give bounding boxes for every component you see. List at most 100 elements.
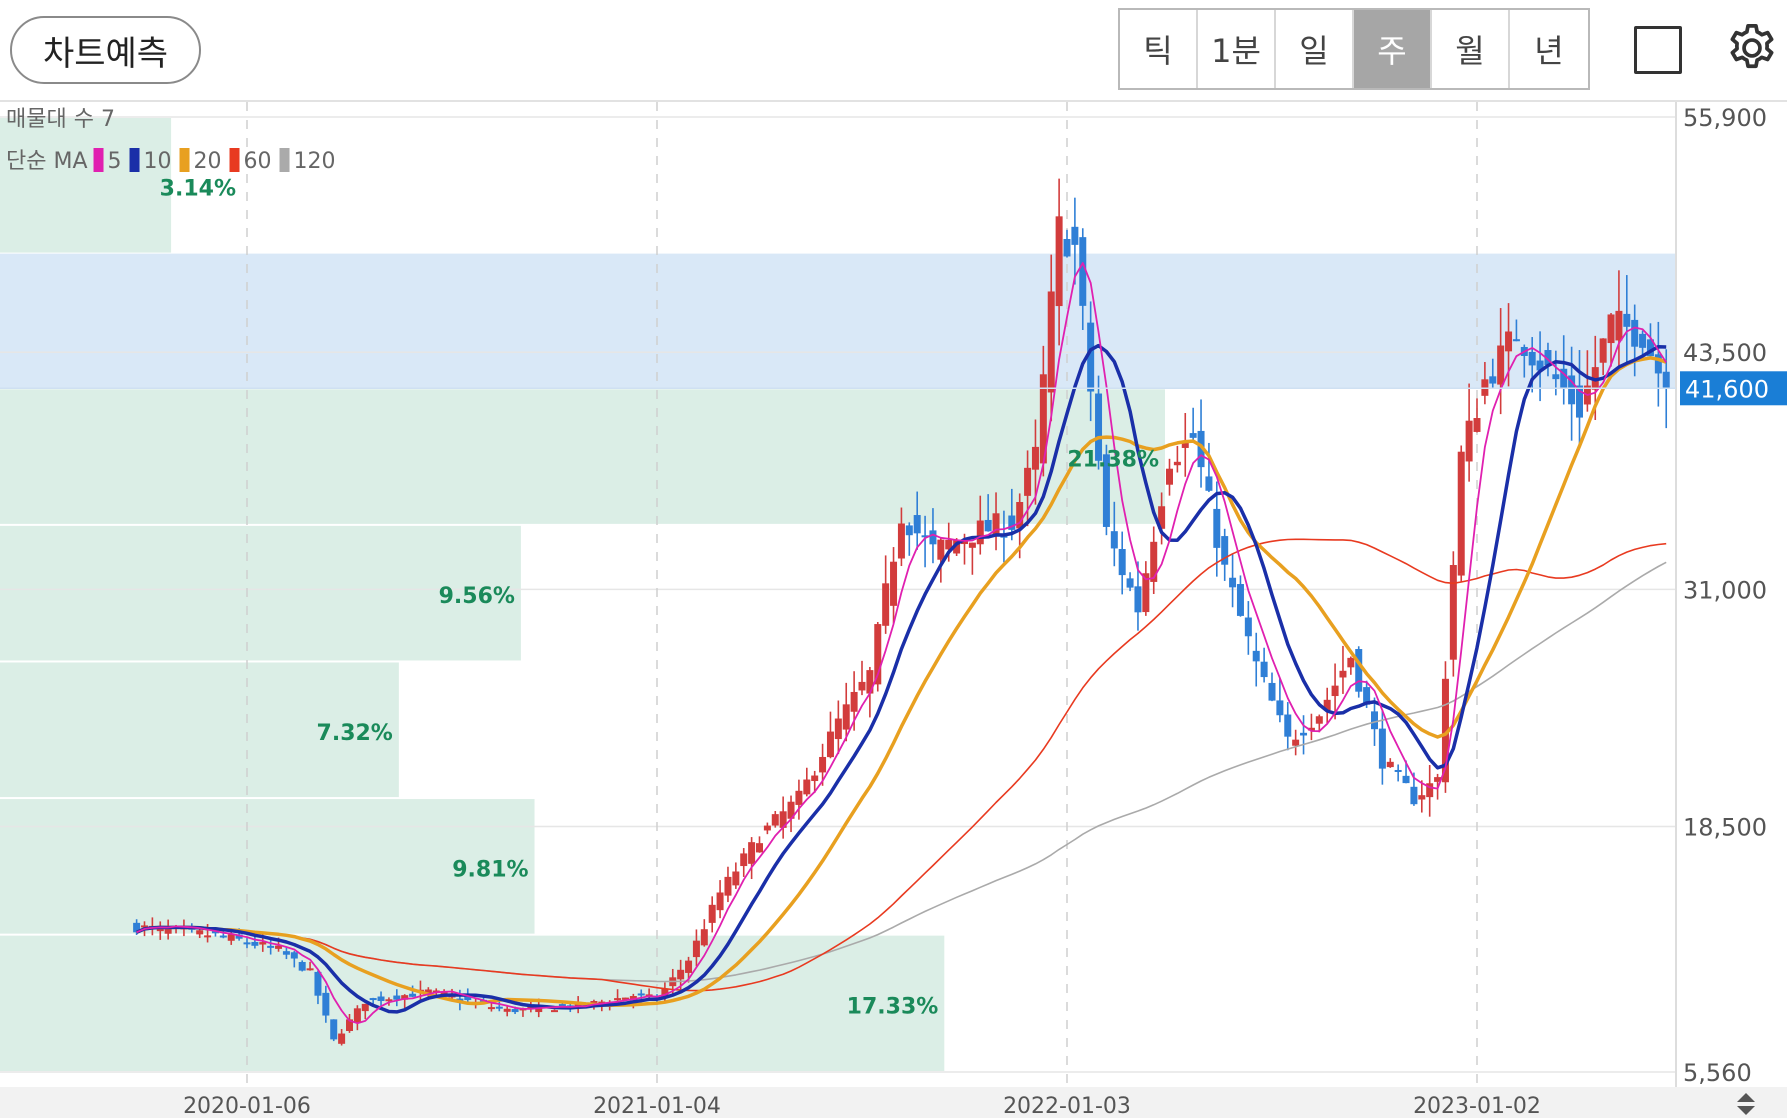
period-tab-day[interactable]: 일	[1276, 10, 1354, 88]
candle-body	[724, 876, 732, 896]
candle-body	[834, 718, 842, 740]
candle-body	[1394, 769, 1402, 772]
candle-body	[984, 519, 992, 532]
candle-body	[842, 704, 850, 730]
candle-body	[890, 561, 898, 606]
period-tab-month[interactable]: 월	[1432, 10, 1510, 88]
candle-body	[1055, 216, 1063, 307]
candle-body	[369, 998, 377, 1001]
square-icon[interactable]	[1634, 26, 1682, 74]
candle-body	[937, 539, 945, 560]
candle-body	[353, 1008, 361, 1023]
period-tab-week[interactable]: 주	[1354, 10, 1432, 88]
volume-profile-label: 9.56%	[439, 584, 515, 609]
candle-body	[282, 951, 290, 955]
candle-body	[685, 960, 693, 973]
y-tick-label: 18,500	[1683, 814, 1767, 842]
period-tab-1min[interactable]: 1분	[1198, 10, 1276, 88]
candle-body	[1284, 714, 1292, 737]
candle-body	[1189, 433, 1197, 438]
x-tick-label: 2020-01-06	[183, 1094, 311, 1118]
legend-ma-swatch	[179, 148, 190, 172]
candle-body	[866, 670, 874, 694]
candle-body	[558, 1004, 566, 1007]
candle-body	[1229, 577, 1237, 588]
candle-body	[219, 935, 227, 938]
volume-profile-label: 17.33%	[847, 994, 939, 1019]
candle-body	[1315, 716, 1323, 724]
candle-body	[1236, 584, 1244, 616]
candle-body	[976, 520, 984, 545]
candle-body	[1110, 531, 1118, 549]
candle-body	[487, 1007, 495, 1010]
candle-body	[1118, 549, 1126, 576]
candle-body	[1071, 226, 1079, 245]
volume-profile-bar	[0, 118, 172, 253]
candle-body	[298, 961, 306, 971]
period-tab-tick[interactable]: 틱	[1120, 10, 1198, 88]
candle-body	[1213, 508, 1221, 548]
price-chart[interactable]: 3.14% 21.38% 9.56% 7.32% 9.81% 17.33% 55,900 43…	[0, 102, 1787, 1118]
candle-body	[1252, 650, 1260, 662]
legend-ma-swatch	[279, 148, 290, 172]
candle-body	[637, 993, 645, 996]
candle-body	[1268, 682, 1276, 701]
candle-body	[897, 523, 905, 559]
candle-body	[803, 779, 811, 795]
gear-icon[interactable]	[1724, 20, 1780, 76]
candle-body	[692, 940, 700, 958]
legend-ma-swatch	[129, 148, 140, 172]
volume-profile-highlight	[0, 253, 1676, 389]
candle-body	[1166, 468, 1173, 485]
candle-body	[929, 530, 937, 545]
candle-body	[850, 691, 858, 712]
y-tick-label: 43,500	[1683, 339, 1767, 367]
y-tick-label: 31,000	[1683, 576, 1767, 604]
candle-body	[905, 525, 913, 536]
candle-body	[1473, 418, 1481, 432]
candle-body	[1134, 586, 1142, 613]
candle-body	[1126, 578, 1134, 588]
candle-body	[1150, 541, 1158, 582]
candle-body	[1449, 565, 1457, 660]
legend-ma-period: 60	[244, 149, 272, 174]
volume-profile-label: 7.32%	[317, 721, 393, 746]
candle-body	[1402, 775, 1410, 784]
candle-body	[1615, 310, 1623, 341]
candle-body	[251, 941, 259, 946]
candle-body	[771, 814, 779, 826]
candle-body	[306, 968, 314, 971]
candle-body	[330, 1019, 338, 1040]
volume-profile-label: 3.14%	[160, 176, 236, 201]
legend-volume-profile-label: 매물대 수 7	[6, 107, 115, 132]
legend-ma-swatch	[229, 148, 240, 172]
period-tab-year[interactable]: 년	[1510, 10, 1588, 88]
candle-body	[1418, 795, 1426, 800]
candle-body	[763, 825, 771, 831]
candle-body	[1497, 345, 1505, 385]
x-tick-label: 2023-01-02	[1413, 1094, 1541, 1118]
candle-body	[322, 992, 330, 1016]
candle-body	[732, 871, 740, 886]
candle-body	[968, 542, 976, 548]
candle-body	[204, 935, 212, 938]
candle-body	[409, 993, 417, 997]
candle-body	[708, 904, 716, 923]
candle-body	[1386, 761, 1394, 768]
candle-body	[1331, 685, 1339, 697]
candle-body	[1063, 239, 1071, 257]
candle-body	[377, 996, 385, 1002]
chart-predict-button[interactable]: 차트예측	[10, 16, 201, 84]
candle-body	[1300, 732, 1308, 736]
candle-body	[811, 775, 819, 782]
candle-body	[1047, 291, 1055, 393]
candle-body	[1378, 728, 1386, 769]
candle-body	[1489, 376, 1497, 384]
candle-body	[196, 930, 204, 935]
candle-body	[614, 998, 622, 1001]
candle-body	[1465, 420, 1473, 462]
scroll-updown-icon[interactable]	[1733, 1092, 1759, 1116]
candle-body	[1599, 338, 1607, 363]
candle-body	[1260, 661, 1268, 678]
candle-body	[1205, 476, 1213, 491]
